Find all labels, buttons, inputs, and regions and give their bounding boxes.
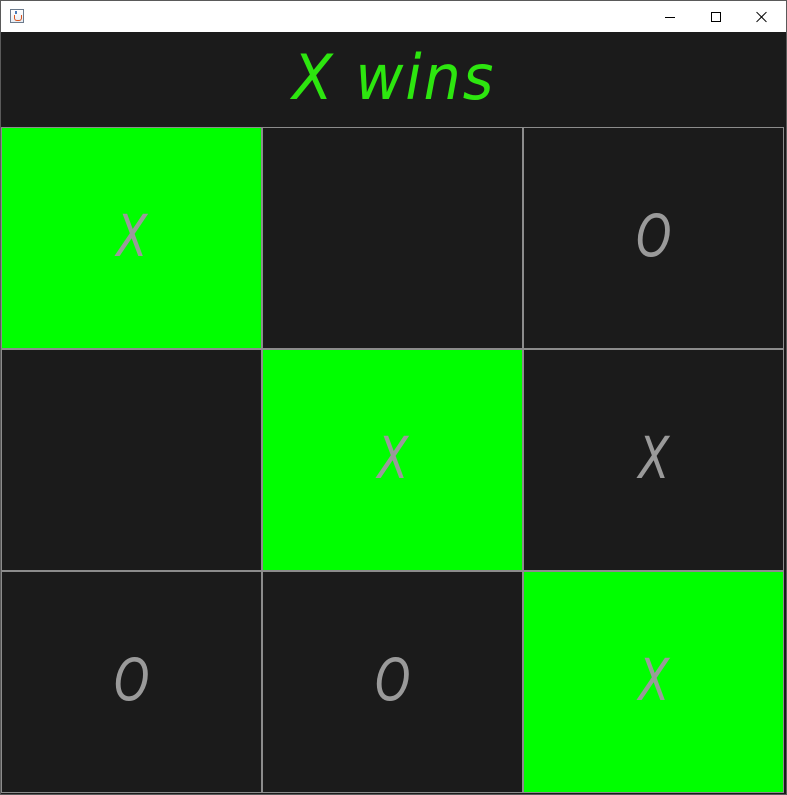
cell-mark: O xyxy=(374,646,411,714)
cell-mark: X xyxy=(637,424,669,492)
minimize-icon xyxy=(665,17,675,18)
board-cell[interactable]: O xyxy=(1,571,262,793)
board-cell[interactable]: X xyxy=(523,571,784,793)
close-button[interactable] xyxy=(739,1,785,32)
game-status-label: X wins xyxy=(291,41,496,114)
maximize-icon xyxy=(711,12,721,22)
cell-mark: X xyxy=(637,646,669,714)
close-icon xyxy=(756,11,768,23)
cell-mark: X xyxy=(115,202,147,270)
board-cell[interactable] xyxy=(1,349,262,571)
title-bar[interactable] xyxy=(1,1,786,32)
status-header: X wins xyxy=(1,32,786,127)
board-cell[interactable]: O xyxy=(523,127,784,349)
game-window: X wins X O X X O O X xyxy=(0,0,787,795)
cell-mark: O xyxy=(635,202,672,270)
game-board: X O X X O O X xyxy=(1,127,786,794)
board-cell[interactable]: O xyxy=(262,571,523,793)
maximize-button[interactable] xyxy=(693,1,739,32)
board-cell[interactable] xyxy=(262,127,523,349)
cell-mark: O xyxy=(113,646,150,714)
minimize-button[interactable] xyxy=(647,1,693,32)
java-cup-icon[interactable] xyxy=(10,9,24,23)
board-cell[interactable]: X xyxy=(1,127,262,349)
board-cell[interactable]: X xyxy=(523,349,784,571)
cell-mark: X xyxy=(376,424,408,492)
board-cell[interactable]: X xyxy=(262,349,523,571)
